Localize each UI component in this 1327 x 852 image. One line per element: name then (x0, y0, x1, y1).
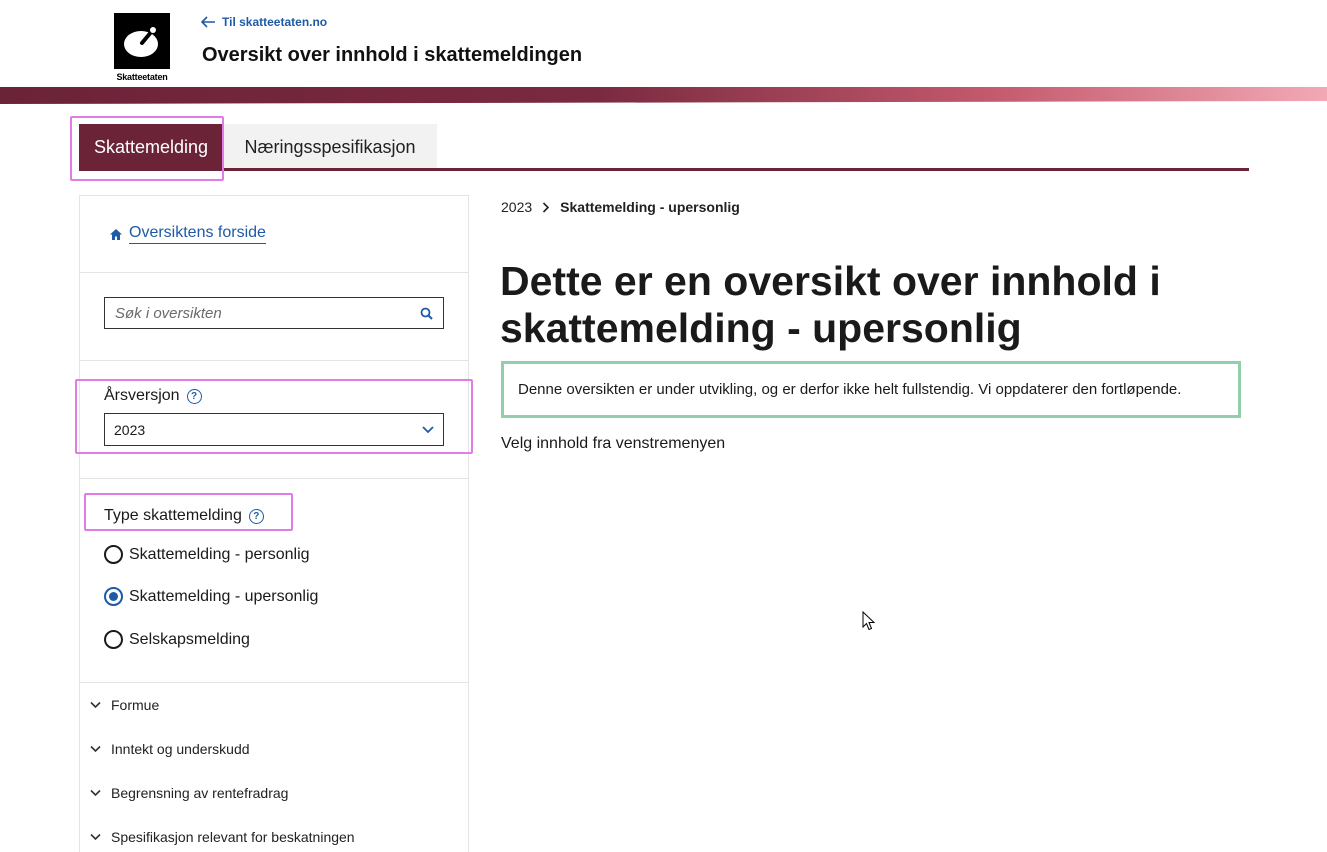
nav-item-label: Formue (111, 697, 160, 713)
breadcrumb-current: Skattemelding - upersonlig (560, 199, 740, 215)
arrow-left-icon (200, 16, 215, 28)
sidebar-home-section: Oversiktens forside (80, 196, 468, 273)
radio-selskapsmelding[interactable]: Selskapsmelding (104, 630, 250, 649)
sidebar-nav-list: Formue Inntekt og underskudd Begrensning… (80, 683, 468, 852)
nav-item-inntekt-og-underskudd[interactable]: Inntekt og underskudd (80, 727, 468, 771)
breadcrumb-year[interactable]: 2023 (501, 199, 532, 215)
nav-item-label: Spesifikasjon relevant for beskatningen (111, 829, 355, 845)
home-link-label: Oversiktens forside (129, 224, 266, 244)
home-icon (110, 228, 122, 240)
chevron-down-icon (90, 833, 101, 841)
logo-text: Skatteetaten (116, 72, 168, 82)
breadcrumb: 2023 Skattemelding - upersonlig (501, 199, 740, 215)
highlight-frame-type (84, 493, 293, 531)
chevron-right-icon (543, 201, 550, 213)
notice-box: Denne oversikten er under utvikling, og … (501, 361, 1241, 418)
nav-item-label: Begrensning av rentefradrag (111, 785, 289, 801)
radio-button-checked[interactable] (104, 587, 123, 606)
back-to-skatteetaten-link[interactable]: Til skatteetaten.no (200, 15, 327, 29)
radio-skattemelding-upersonlig[interactable]: Skattemelding - upersonlig (104, 587, 318, 606)
radio-button[interactable] (104, 630, 123, 649)
search-box (104, 297, 444, 329)
tab-naeringsspesifikasjon[interactable]: Næringsspesifikasjon (223, 124, 437, 170)
chevron-down-icon (90, 789, 101, 797)
radio-label: Selskapsmelding (129, 630, 250, 648)
header-stripe (0, 87, 1327, 104)
tabs-underline (79, 168, 1249, 171)
chevron-down-icon (90, 701, 101, 709)
logo-mark (114, 13, 170, 69)
search-input[interactable] (115, 304, 420, 322)
hint-text: Velg innhold fra venstremenyen (501, 435, 726, 452)
site-title: Oversikt over innhold i skattemeldingen (202, 44, 583, 66)
radio-skattemelding-personlig[interactable]: Skattemelding - personlig (104, 545, 310, 564)
highlight-frame-year (75, 379, 473, 454)
nav-item-label: Inntekt og underskudd (111, 741, 250, 757)
nav-item-spesifikasjon[interactable]: Spesifikasjon relevant for beskatningen (80, 815, 468, 852)
radio-button[interactable] (104, 545, 123, 564)
page-title: Dette er en oversikt over innhold i skat… (500, 258, 1161, 351)
site-header: Skatteetaten Til skatteetaten.no Oversik… (0, 0, 1327, 88)
notice-text: Denne oversikten er under utvikling, og … (518, 381, 1182, 398)
search-icon[interactable] (420, 307, 433, 320)
nav-item-begrensning-av-rentefradrag[interactable]: Begrensning av rentefradrag (80, 771, 468, 815)
radio-label: Skattemelding - upersonlig (129, 587, 319, 605)
nav-item-formue[interactable]: Formue (80, 683, 468, 727)
skatteetaten-logo[interactable]: Skatteetaten (114, 13, 170, 83)
radio-label: Skattemelding - personlig (129, 545, 310, 563)
mouse-cursor-icon (862, 611, 876, 631)
overview-home-link[interactable]: Oversiktens forside (109, 224, 266, 244)
chevron-down-icon (90, 745, 101, 753)
sidebar-search-section (80, 273, 468, 361)
highlight-frame-tab (70, 116, 224, 181)
back-link-label: Til skatteetaten.no (222, 15, 328, 29)
